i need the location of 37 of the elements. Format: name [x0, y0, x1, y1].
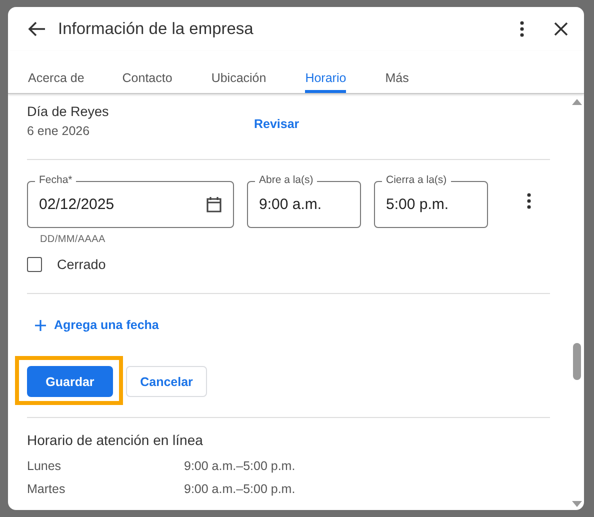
date-field[interactable]: Fecha* 02/12/2025	[27, 174, 234, 228]
field-label: Abre a la(s)	[255, 174, 318, 187]
holiday-date: 6 ene 2026	[27, 124, 91, 138]
dialog-title: Información de la empresa	[58, 20, 254, 38]
hours-text: 9:00 a.m.–5:00 p.m.	[184, 482, 296, 496]
more-options-button[interactable]	[527, 193, 531, 209]
tab[interactable]: Más	[385, 51, 409, 93]
day-label: Martes	[27, 482, 66, 496]
holiday-name: Día de Reyes	[27, 104, 110, 119]
field-label: Cierra a la(s)	[382, 174, 451, 187]
back-button[interactable]	[28, 21, 46, 37]
more-options-button[interactable]	[520, 21, 524, 37]
tab[interactable]: Ubicación	[211, 51, 266, 93]
plus-icon	[35, 320, 46, 330]
calendar-icon[interactable]	[206, 196, 222, 213]
section-heading: Horario de atención en línea	[27, 432, 204, 448]
tab[interactable]: Horario	[305, 51, 346, 93]
cancel-button[interactable]: Cancelar	[126, 366, 207, 397]
scroll-down-icon[interactable]	[572, 501, 582, 508]
field-value: 5:00 p.m.	[386, 196, 449, 213]
field-value: 02/12/2025	[39, 196, 114, 213]
tab[interactable]: Contacto	[122, 51, 172, 93]
day-label: Lunes	[27, 458, 62, 472]
helper-text: DD/MM/AAAA	[40, 234, 106, 245]
field-value: 9:00 a.m.	[259, 196, 322, 213]
hours-text: 9:00 a.m.–5:00 p.m.	[184, 458, 296, 472]
checkbox-label: Cerrado	[57, 257, 106, 272]
save-button[interactable]: Guardar	[27, 366, 113, 397]
add-date-link[interactable]: Agrega una fecha	[35, 318, 159, 332]
closed-checkbox[interactable]	[27, 257, 42, 272]
tab[interactable]: Acerca de	[28, 51, 84, 93]
scrollbar-thumb[interactable]	[573, 343, 581, 380]
scroll-up-icon[interactable]	[572, 98, 582, 105]
time-field[interactable]: Abre a la(s) 9:00 a.m.	[247, 174, 361, 228]
review-link[interactable]: Revisar	[254, 117, 300, 131]
close-button[interactable]	[554, 22, 568, 36]
time-field[interactable]: Cierra a la(s) 5:00 p.m.	[374, 174, 488, 228]
